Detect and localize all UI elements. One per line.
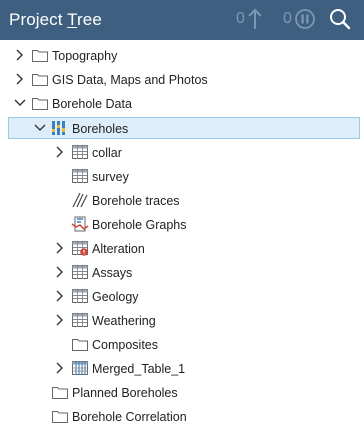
- folder-icon: [71, 336, 89, 352]
- tree-item-assays[interactable]: Assays: [0, 261, 364, 285]
- folder-icon: [31, 95, 49, 111]
- tree-item-label: Assays: [92, 266, 133, 280]
- tree-item-label: Merged_Table_1: [92, 362, 186, 376]
- tree-item-label: Weathering: [92, 314, 156, 328]
- chevron-right-icon[interactable]: [53, 265, 67, 279]
- tree-item-label: Borehole traces: [92, 194, 180, 208]
- folder-icon: [51, 384, 69, 400]
- search-icon: [328, 7, 352, 31]
- chevron-right-icon[interactable]: [13, 48, 27, 62]
- table-icon: [71, 312, 89, 328]
- boreholes-icon: [51, 120, 69, 136]
- tree-item-alteration[interactable]: Alteration: [0, 237, 364, 261]
- arrow-up-icon: [247, 8, 263, 30]
- folder-icon: [51, 408, 69, 424]
- traces-icon: [71, 192, 89, 208]
- chevron-right-icon[interactable]: [13, 72, 27, 86]
- tree-item-boreholes[interactable]: Boreholes: [0, 117, 364, 141]
- tree-item-borehole-traces[interactable]: Borehole traces: [0, 189, 364, 213]
- tree-item-label: Composites: [92, 338, 158, 352]
- panel-title: Project Tree: [9, 10, 102, 29]
- chevron-down-icon[interactable]: [33, 121, 47, 135]
- table-icon: [71, 144, 89, 160]
- tree-item-borehole-data[interactable]: Borehole Data: [0, 92, 364, 116]
- search-button[interactable]: [328, 8, 352, 30]
- tree-item-label: Boreholes: [72, 122, 129, 136]
- tree-item-label: Borehole Data: [52, 97, 132, 111]
- tree-item-borehole-correlation[interactable]: Borehole Correlation: [0, 405, 364, 429]
- project-tree-header: Project Tree 0 0: [0, 0, 364, 40]
- tree-item-collar[interactable]: collar: [0, 141, 364, 165]
- pause-control[interactable]: 0: [283, 8, 316, 30]
- folder-icon: [31, 47, 49, 63]
- tree-item-label: Alteration: [92, 242, 145, 256]
- tree-item-label: Planned Boreholes: [72, 386, 178, 400]
- tree-item-borehole-graphs[interactable]: Borehole Graphs: [0, 213, 364, 237]
- tree-item-geology[interactable]: Geology: [0, 285, 364, 309]
- chevron-down-icon[interactable]: [13, 96, 27, 110]
- tree-item-composites[interactable]: Composites: [0, 333, 364, 357]
- tree-item-topography[interactable]: Topography: [0, 44, 364, 68]
- pause-icon: [294, 8, 316, 30]
- folder-icon: [31, 71, 49, 87]
- upload-control[interactable]: 0: [236, 8, 263, 30]
- tree-item-label: GIS Data, Maps and Photos: [52, 73, 208, 87]
- upload-count: 0: [236, 10, 245, 27]
- tree-item-label: survey: [92, 170, 129, 184]
- chevron-right-icon[interactable]: [53, 145, 67, 159]
- tree-item-planned-boreholes[interactable]: Planned Boreholes: [0, 381, 364, 405]
- chevron-right-icon[interactable]: [53, 313, 67, 327]
- table-error-icon: [71, 240, 89, 256]
- tree-item-merged-table[interactable]: Merged_Table_1: [0, 357, 364, 381]
- tree-item-gis-data[interactable]: GIS Data, Maps and Photos: [0, 68, 364, 92]
- table-icon: [71, 264, 89, 280]
- chevron-right-icon[interactable]: [53, 361, 67, 375]
- table-icon: [71, 288, 89, 304]
- tree-item-survey[interactable]: survey: [0, 165, 364, 189]
- chevron-right-icon[interactable]: [53, 289, 67, 303]
- tree-item-label: Topography: [52, 49, 118, 63]
- table-icon: [71, 168, 89, 184]
- graphs-icon: [71, 216, 89, 232]
- tree-item-label: Borehole Correlation: [72, 410, 187, 424]
- tree-item-label: Borehole Graphs: [92, 218, 187, 232]
- tree-item-label: collar: [92, 146, 122, 160]
- pause-count: 0: [283, 10, 292, 27]
- merged-table-icon: [71, 360, 89, 376]
- chevron-right-icon[interactable]: [53, 241, 67, 255]
- tree-item-weathering[interactable]: Weathering: [0, 309, 364, 333]
- tree-item-label: Geology: [92, 290, 139, 304]
